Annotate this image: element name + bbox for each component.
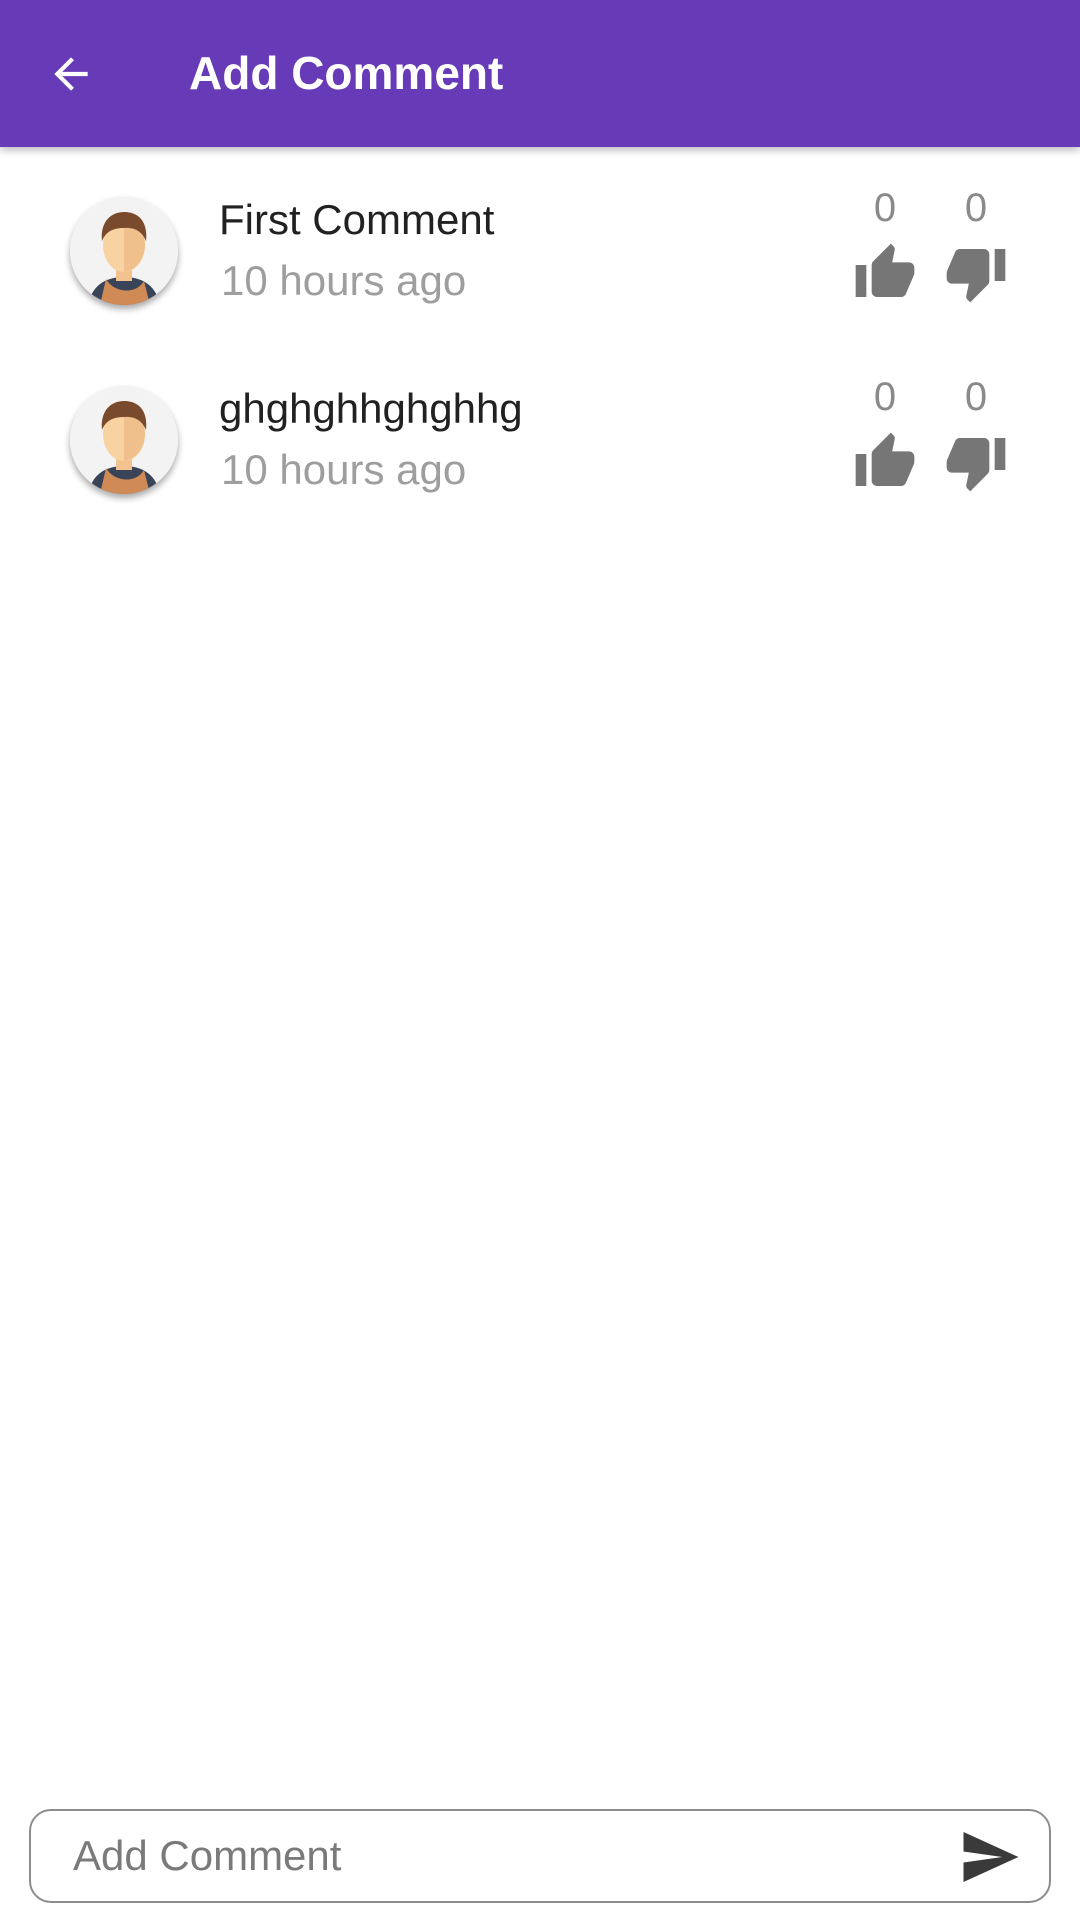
like-count: 0 xyxy=(873,186,897,230)
dislike-count: 0 xyxy=(964,186,988,230)
dislike-count: 0 xyxy=(964,375,988,419)
send-button[interactable] xyxy=(961,1829,1021,1885)
comment-list: First Comment 10 hours ago 0 0 ghghghhgh… xyxy=(0,147,1080,525)
like-button[interactable]: 0 xyxy=(845,336,925,494)
comment-item: ghghghhghghhg 10 hours ago 0 0 xyxy=(0,336,1080,525)
comment-timestamp: 10 hours ago xyxy=(221,446,467,493)
user-avatar-icon xyxy=(70,197,178,305)
send-icon xyxy=(963,1832,1019,1882)
comment-text: First Comment xyxy=(219,196,495,243)
comment-text: ghghghhghghhg xyxy=(219,385,523,432)
dislike-button[interactable]: 0 xyxy=(936,336,1016,494)
thumb-down-icon xyxy=(946,438,1006,492)
thumb-up-icon xyxy=(855,432,915,486)
comment-timestamp: 10 hours ago xyxy=(221,257,467,304)
comment-input[interactable] xyxy=(71,1825,941,1887)
like-count: 0 xyxy=(873,375,897,419)
like-button[interactable]: 0 xyxy=(845,147,925,305)
thumb-up-icon xyxy=(855,243,915,297)
dislike-button[interactable]: 0 xyxy=(936,147,1016,305)
app-bar: Add Comment xyxy=(0,0,1080,147)
comment-composer xyxy=(29,1809,1051,1903)
user-avatar-icon xyxy=(70,386,178,494)
page-title: Add Comment xyxy=(189,47,504,99)
back-button[interactable] xyxy=(34,37,108,111)
comment-item: First Comment 10 hours ago 0 0 xyxy=(0,147,1080,336)
thumb-down-icon xyxy=(946,249,1006,303)
arrow-back-icon xyxy=(54,57,88,91)
